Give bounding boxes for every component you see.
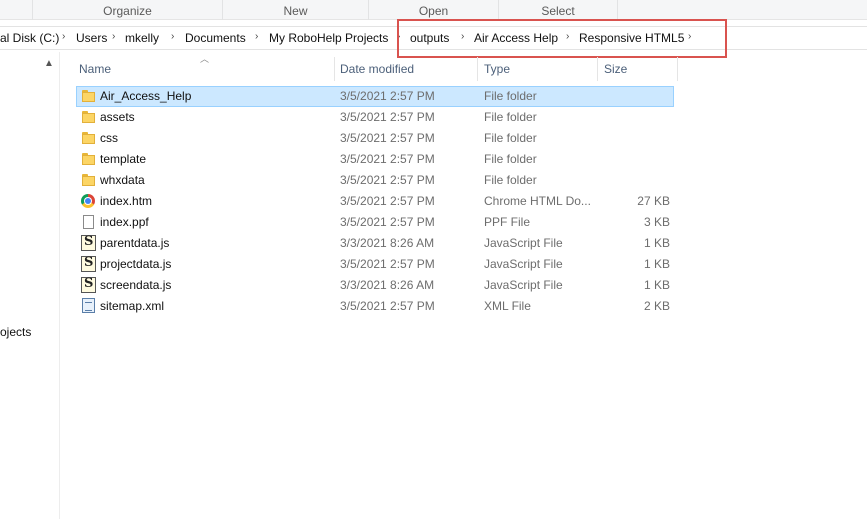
breadcrumb-documents[interactable]: Documents [185, 31, 246, 45]
file-date-modified: 3/5/2021 2:57 PM [340, 152, 435, 166]
ribbon-group-organize: Organize [32, 0, 222, 20]
javascript-file-icon: S [81, 276, 96, 293]
file-date-modified: 3/3/2021 8:26 AM [340, 278, 435, 292]
file-date-modified: 3/5/2021 2:57 PM [340, 131, 435, 145]
file-name: projectdata.js [100, 257, 172, 271]
file-size: 2 KB [643, 299, 670, 313]
file-type: File folder [484, 110, 537, 124]
file-row[interactable]: index.ppf 3/5/2021 2:57 PM PPF File 3 KB [0, 212, 867, 233]
breadcrumb-separator-icon[interactable]: › [62, 31, 65, 42]
nav-item-projects[interactable]: ojects [0, 325, 31, 339]
file-date-modified: 3/5/2021 2:57 PM [340, 89, 435, 103]
file-row[interactable]: Air_Access_Help 3/5/2021 2:57 PM File fo… [0, 86, 867, 107]
ribbon-group-new: New [222, 0, 368, 20]
chrome-icon [81, 194, 95, 208]
file-type: File folder [484, 89, 537, 103]
breadcrumb-separator-icon[interactable]: › [566, 31, 569, 42]
breadcrumb-my-robohelp-projects[interactable]: My RoboHelp Projects [269, 31, 388, 45]
ribbon-group-open: Open [368, 0, 498, 20]
ribbon-group-labels: Organize New Open Select [0, 0, 867, 20]
file-name: index.htm [100, 194, 153, 208]
folder-icon [82, 111, 95, 123]
file-size: 1 KB [643, 278, 670, 292]
xml-file-icon [82, 298, 95, 313]
file-row[interactable]: css 3/5/2021 2:57 PM File folder [0, 128, 867, 149]
breadcrumb-separator-icon[interactable]: › [112, 31, 115, 42]
breadcrumb-separator-icon[interactable]: › [461, 31, 464, 42]
breadcrumb-separator-icon[interactable]: › [397, 31, 400, 42]
breadcrumb-mkelly[interactable]: mkelly [125, 31, 159, 45]
file-type: XML File [484, 299, 531, 313]
file-name: assets [100, 110, 135, 124]
file-name: css [100, 131, 118, 145]
file-type: JavaScript File [484, 257, 563, 271]
folder-icon [82, 90, 95, 102]
breadcrumb-separator-icon[interactable]: › [255, 31, 258, 42]
file-row[interactable]: S screendata.js 3/3/2021 8:26 AM JavaScr… [0, 275, 867, 296]
file-row[interactable]: template 3/5/2021 2:57 PM File folder [0, 149, 867, 170]
file-name: index.ppf [100, 215, 149, 229]
file-size: 27 KB [637, 194, 670, 208]
document-icon [83, 215, 94, 229]
scroll-up-arrow-icon[interactable]: ▲ [44, 58, 54, 69]
folder-icon [82, 153, 95, 165]
file-size: 1 KB [643, 236, 670, 250]
file-name: sitemap.xml [100, 299, 165, 313]
file-size: 3 KB [643, 215, 670, 229]
file-type: File folder [484, 152, 537, 166]
breadcrumb-air-access-help[interactable]: Air Access Help [474, 31, 558, 45]
javascript-file-icon: S [81, 234, 96, 251]
column-header-size[interactable]: Size [598, 57, 678, 81]
file-date-modified: 3/5/2021 2:57 PM [340, 194, 435, 208]
file-date-modified: 3/3/2021 8:26 AM [340, 236, 435, 250]
folder-icon [82, 132, 95, 144]
ribbon-group-select: Select [498, 0, 618, 20]
file-name: parentdata.js [100, 236, 170, 250]
folder-icon [82, 174, 95, 186]
file-type: JavaScript File [484, 236, 563, 250]
file-date-modified: 3/5/2021 2:57 PM [340, 257, 435, 271]
breadcrumb-users[interactable]: Users [76, 31, 107, 45]
file-name: screendata.js [100, 278, 172, 292]
file-date-modified: 3/5/2021 2:57 PM [340, 215, 435, 229]
column-header-date-modified[interactable]: Date modified [334, 57, 478, 81]
file-type: PPF File [484, 215, 531, 229]
file-date-modified: 3/5/2021 2:57 PM [340, 299, 435, 313]
javascript-file-icon: S [81, 255, 96, 272]
file-name: template [100, 152, 147, 166]
file-name: whxdata [100, 173, 145, 187]
column-header-type[interactable]: Type [478, 57, 598, 81]
file-row[interactable]: assets 3/5/2021 2:57 PM File folder [0, 107, 867, 128]
file-type: File folder [484, 173, 537, 187]
breadcrumb-local-disk[interactable]: al Disk (C:) [0, 31, 59, 45]
file-date-modified: 3/5/2021 2:57 PM [340, 173, 435, 187]
address-bar[interactable]: al Disk (C:) › Users › mkelly › Document… [0, 26, 867, 50]
file-type: JavaScript File [484, 278, 563, 292]
file-type: File folder [484, 131, 537, 145]
breadcrumb-responsive-html5[interactable]: Responsive HTML5 [579, 31, 684, 45]
file-row[interactable]: whxdata 3/5/2021 2:57 PM File folder [0, 170, 867, 191]
file-row[interactable]: S projectdata.js 3/5/2021 2:57 PM JavaSc… [0, 254, 867, 275]
breadcrumb-outputs[interactable]: outputs [410, 31, 449, 45]
column-header-name[interactable]: Name [73, 57, 335, 81]
file-type: Chrome HTML Do... [484, 194, 591, 208]
file-size: 1 KB [643, 257, 670, 271]
file-date-modified: 3/5/2021 2:57 PM [340, 110, 435, 124]
file-row[interactable]: S parentdata.js 3/3/2021 8:26 AM JavaScr… [0, 233, 867, 254]
file-row[interactable]: sitemap.xml 3/5/2021 2:57 PM XML File 2 … [0, 296, 867, 317]
file-row[interactable]: index.htm 3/5/2021 2:57 PM Chrome HTML D… [0, 191, 867, 212]
breadcrumb-separator-icon[interactable]: › [171, 31, 174, 42]
breadcrumb-separator-icon[interactable]: › [688, 31, 691, 42]
file-name: Air_Access_Help [100, 89, 192, 103]
